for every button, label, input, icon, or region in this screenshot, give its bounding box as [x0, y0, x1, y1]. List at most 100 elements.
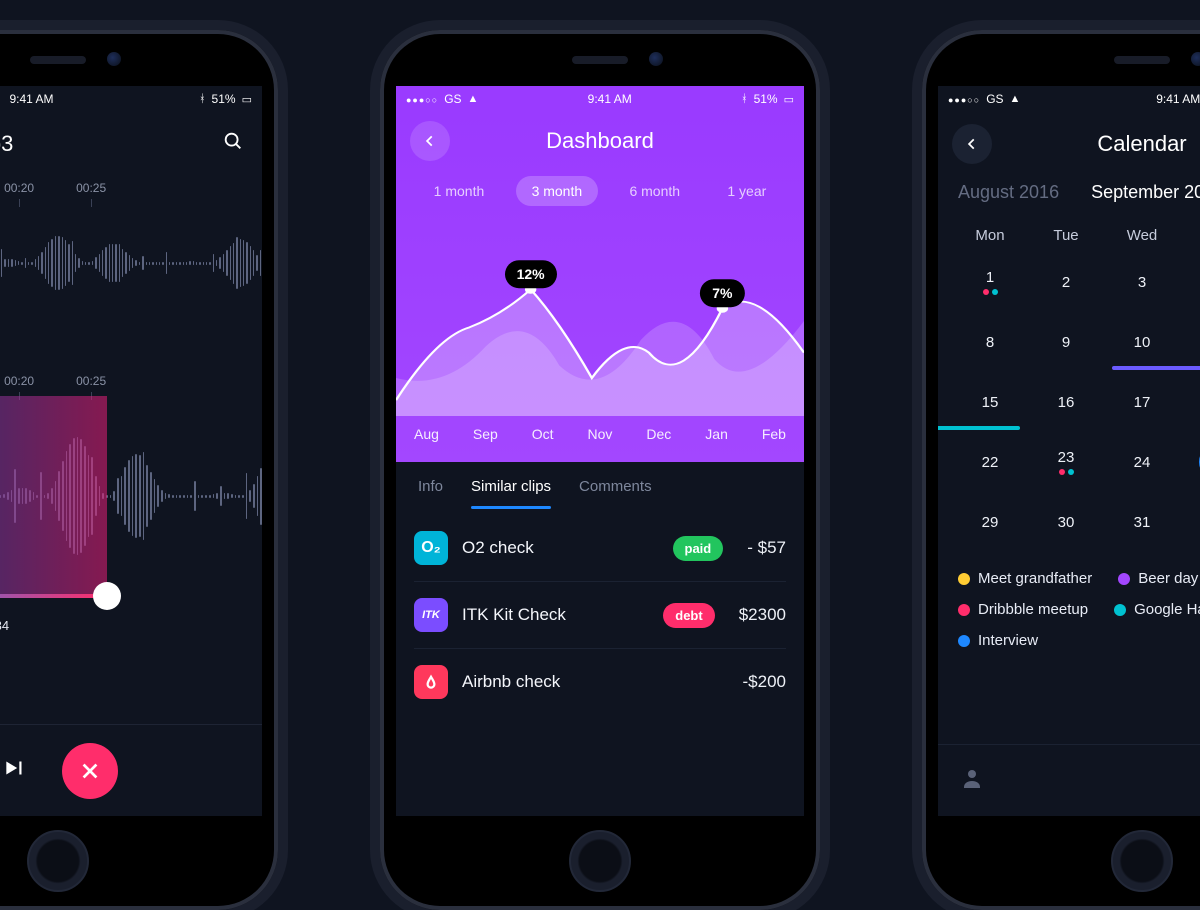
- transaction-row[interactable]: ITKITK Kit Checkdebt$2300: [414, 582, 786, 649]
- transport-bar: [0, 724, 262, 816]
- legend-item: Interview: [958, 632, 1038, 649]
- transaction-row[interactable]: Airbnb check-$200: [414, 649, 786, 715]
- range-indicator: [1112, 366, 1200, 370]
- transaction-name: Airbnb check: [462, 672, 729, 692]
- event-dot: [983, 289, 989, 295]
- back-button[interactable]: [410, 121, 450, 161]
- day-cell[interactable]: 9: [1028, 318, 1104, 366]
- legend-item: Beer day: [1118, 570, 1198, 587]
- waveform-track-a[interactable]: [0, 203, 262, 323]
- chart-callout: 7%: [700, 279, 744, 307]
- ruler-tick: 00:20: [4, 181, 34, 195]
- day-cell[interactable]: 25: [1180, 438, 1200, 486]
- day-cell[interactable]: 16: [1028, 378, 1104, 426]
- home-button[interactable]: [27, 830, 89, 892]
- weekday-label: Thu: [1180, 227, 1200, 244]
- audio-screen: 9:41 AM ᚼ 51% ▭ Track4.mp3 00:1: [0, 86, 262, 816]
- month-label: Jan: [705, 426, 728, 442]
- day-cell[interactable]: 29: [952, 498, 1028, 546]
- ruler-tick: 00:25: [76, 374, 106, 388]
- day-cell[interactable]: 4: [1180, 258, 1200, 306]
- day-cell[interactable]: 1: [1180, 498, 1200, 546]
- event-dot: [992, 289, 998, 295]
- day-cell[interactable]: 2: [1028, 258, 1104, 306]
- range-tab[interactable]: 1 year: [711, 176, 782, 206]
- page-title: Calendar: [1097, 131, 1186, 157]
- calendar-grid: 123489101115161718222324252930311: [938, 250, 1200, 554]
- event-dot: [1059, 469, 1065, 475]
- day-cell[interactable]: 22: [952, 438, 1028, 486]
- weekday-label: Mon: [952, 227, 1028, 244]
- prev-month[interactable]: August 2016: [958, 182, 1059, 203]
- signal-icon: ●●●○○: [948, 92, 980, 106]
- day-cell[interactable]: 18: [1180, 378, 1200, 426]
- event-legend: Meet grandfather Beer day Dribbble meetup G…: [938, 554, 1200, 649]
- app-icon: [414, 665, 448, 699]
- next-button[interactable]: [2, 755, 28, 786]
- phone-calendar: ●●●○○ GS ▲ 9:41 AM Calendar August 2016 Se…: [922, 30, 1200, 910]
- day-cell[interactable]: 17: [1104, 378, 1180, 426]
- weekday-label: Tue: [1028, 227, 1104, 244]
- legend-swatch: [958, 604, 970, 616]
- month-switcher[interactable]: August 2016 September 2016: [938, 176, 1200, 217]
- chart-callout: 12%: [505, 260, 557, 288]
- search-icon[interactable]: [222, 130, 244, 157]
- range-end-handle[interactable]: [93, 582, 121, 610]
- legend-item: Google Hackathon: [1114, 601, 1200, 618]
- day-cell[interactable]: 15: [952, 378, 1028, 426]
- day-cell[interactable]: 24: [1104, 438, 1180, 486]
- day-cell[interactable]: 31: [1104, 498, 1180, 546]
- status-badge: paid: [673, 536, 724, 561]
- section-tab[interactable]: Info: [418, 478, 443, 509]
- month-label: Sep: [473, 426, 498, 442]
- month-label: Dec: [646, 426, 671, 442]
- home-button[interactable]: [1111, 830, 1173, 892]
- profile-icon[interactable]: [960, 766, 984, 795]
- transaction-row[interactable]: O₂ O2 check paid - $57: [414, 515, 786, 582]
- legend-item: Meet grandfather: [958, 570, 1092, 587]
- current-month[interactable]: September 2016: [1091, 182, 1200, 203]
- day-cell[interactable]: 8: [952, 318, 1028, 366]
- month-axis: AugSepOctNovDecJanFeb: [396, 416, 804, 456]
- home-button[interactable]: [569, 830, 631, 892]
- legend-label: Google Hackathon: [1134, 601, 1200, 618]
- range-tabs: 1 month 3 month 6 month 1 year: [396, 170, 804, 218]
- legend-swatch: [958, 635, 970, 647]
- section-tabs: Info Similar clips Comments: [396, 462, 804, 509]
- legend-item: Dribbble meetup: [958, 601, 1088, 618]
- range-tab[interactable]: 6 month: [613, 176, 696, 206]
- day-cell[interactable]: 30: [1028, 498, 1104, 546]
- track-title: Track4.mp3: [0, 131, 13, 157]
- section-tab[interactable]: Similar clips: [471, 478, 551, 509]
- app-icon: O₂: [414, 531, 448, 565]
- range-tab[interactable]: 3 month: [516, 176, 599, 206]
- event-dot: [1068, 469, 1074, 475]
- day-cell[interactable]: 11: [1180, 318, 1200, 366]
- dashboard-chart[interactable]: 12% 7%: [396, 226, 804, 416]
- transaction-name: O2 check: [462, 538, 659, 558]
- day-cell[interactable]: 23: [1028, 438, 1104, 486]
- month-label: Feb: [762, 426, 786, 442]
- section-tab[interactable]: Comments: [579, 478, 652, 509]
- weekday-label: Wed: [1104, 227, 1180, 244]
- close-button[interactable]: [62, 743, 118, 799]
- app-icon: ITK: [414, 598, 448, 632]
- back-button[interactable]: [952, 124, 992, 164]
- wifi-icon: ▲: [1010, 93, 1021, 105]
- range-tab[interactable]: 1 month: [418, 176, 501, 206]
- day-cell[interactable]: 3: [1104, 258, 1180, 306]
- carrier-label: GS: [444, 92, 461, 106]
- phone-dashboard: ●●●○○GS▲ 9:41 AM ᚼ51%▭ Dashboard 1 month…: [380, 30, 820, 910]
- day-cell[interactable]: 10: [1104, 318, 1180, 366]
- transaction-amount: - $57: [747, 538, 786, 558]
- status-time: 9:41 AM: [1156, 92, 1200, 106]
- battery-icon: ▭: [784, 93, 794, 106]
- legend-swatch: [958, 573, 970, 585]
- status-time: 9:41 AM: [588, 92, 632, 106]
- month-label: Nov: [588, 426, 613, 442]
- carrier-label: GS: [986, 92, 1003, 106]
- selection-region[interactable]: [0, 396, 107, 596]
- day-cell[interactable]: 1: [952, 258, 1028, 306]
- bluetooth-icon: ᚼ: [199, 93, 206, 105]
- waveform-track-b[interactable]: [0, 396, 262, 596]
